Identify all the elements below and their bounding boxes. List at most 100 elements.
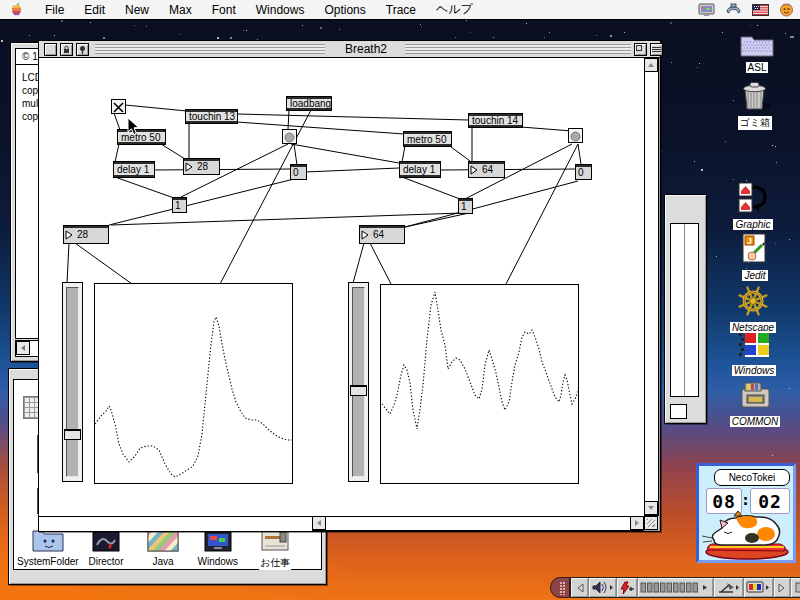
menu-trace[interactable]: Trace [376, 3, 426, 17]
number-box[interactable]: 28 [183, 158, 220, 175]
patch-cord[interactable] [402, 146, 405, 162]
horizontal-scrollbar[interactable] [312, 516, 644, 531]
star [733, 179, 734, 180]
patch-cord[interactable] [111, 213, 462, 225]
toggle-box[interactable] [111, 99, 126, 114]
menu-ヘルプ[interactable]: ヘルプ [426, 1, 483, 18]
scroll-right-arrow[interactable] [630, 516, 644, 530]
desktop-icon-Windows[interactable]: Windows [714, 330, 794, 378]
control-strip-right-arrow[interactable] [774, 578, 791, 597]
breath2-titlebar[interactable]: Breath2 [39, 41, 660, 58]
patch-cord[interactable] [237, 122, 404, 134]
scroll-left-arrow[interactable] [312, 516, 326, 530]
menu-bar: FileEditNewMaxFontWindowsOptionsTraceヘルプ [0, 0, 800, 20]
number-box[interactable]: 1 [458, 198, 473, 214]
control-strip-tab[interactable] [550, 577, 570, 598]
patcher-button[interactable] [76, 43, 89, 56]
menu-windows[interactable]: Windows [246, 3, 315, 17]
desktop-icon-Jedit[interactable]: JJedit [715, 233, 795, 283]
svg-text:J: J [747, 236, 752, 246]
number-box[interactable]: 64 [359, 225, 405, 244]
star [134, 25, 135, 26]
patch-cord[interactable] [125, 105, 187, 111]
control-strip-energy[interactable] [617, 578, 638, 597]
patch-cord[interactable] [578, 144, 581, 164]
object-box-loadbang[interactable]: loadbang [286, 96, 332, 111]
object-box-metro-50[interactable]: metro 50 [403, 131, 452, 147]
app-menu-icon[interactable] [779, 2, 794, 17]
number-box[interactable]: 0 [290, 164, 307, 180]
vertical-scrollbar[interactable] [644, 58, 659, 516]
control-strip-left-arrow[interactable] [571, 578, 589, 597]
star [54, 35, 55, 36]
object-box-metro-50[interactable]: metro 50 [117, 129, 166, 145]
patch-cord[interactable] [109, 179, 294, 225]
us-flag-menu-icon[interactable] [752, 4, 769, 16]
zoom-box[interactable] [634, 43, 647, 56]
desktop-icon-ゴミ箱[interactable]: ゴミ箱 [715, 78, 795, 130]
control-strip-level-bars[interactable] [638, 578, 714, 597]
control-strip-lamp[interactable] [714, 578, 744, 597]
background-window-right [664, 194, 707, 424]
menu-font[interactable]: Font [202, 3, 246, 17]
object-box-delay-1[interactable]: delay 1 [399, 161, 441, 178]
resize-box[interactable] [644, 516, 658, 530]
clock-colon: : [741, 491, 750, 509]
number-box[interactable]: 0 [575, 164, 592, 180]
phone-menu-icon[interactable] [725, 3, 742, 16]
patch-cord[interactable] [305, 168, 399, 172]
slider[interactable] [348, 282, 369, 482]
slider[interactable] [62, 282, 83, 482]
menu-options[interactable]: Options [314, 3, 375, 17]
star [29, 35, 30, 36]
patch-cord[interactable] [161, 144, 185, 159]
patch-cord[interactable] [506, 144, 578, 284]
menu-edit[interactable]: Edit [74, 3, 115, 17]
scroll-down-arrow[interactable] [644, 501, 658, 515]
bang-button[interactable] [568, 128, 583, 143]
waveform-curve [382, 292, 578, 429]
control-strip[interactable] [550, 577, 800, 598]
patch-cord[interactable] [75, 243, 132, 284]
control-strip-speaker[interactable] [589, 578, 617, 597]
control-strip-monitor-colors[interactable] [744, 578, 774, 597]
patch-cord[interactable] [294, 144, 297, 165]
desktop-icon-Graphic[interactable]: Graphic [713, 182, 793, 232]
star [320, 27, 322, 29]
patch-cord[interactable] [441, 169, 577, 170]
close-box[interactable] [44, 43, 57, 56]
bang-button[interactable] [282, 129, 297, 144]
patch-cord[interactable] [115, 144, 119, 162]
number-box[interactable]: 64 [468, 161, 505, 178]
patch-cord[interactable] [370, 243, 391, 284]
collapse-box[interactable] [650, 43, 663, 56]
menu-max[interactable]: Max [159, 3, 202, 17]
patch-cord[interactable] [67, 243, 69, 283]
number-box[interactable]: 28 [63, 225, 109, 244]
patch-cord[interactable] [114, 113, 120, 130]
desktop-icon-ASL[interactable]: ASL [717, 33, 797, 75]
menu-file[interactable]: File [35, 3, 74, 17]
patch-cord[interactable] [291, 144, 399, 163]
object-box-delay-1[interactable]: delay 1 [113, 161, 155, 178]
menu-new[interactable]: New [115, 3, 159, 17]
patch-cord[interactable] [521, 127, 572, 131]
scroll-up-arrow[interactable] [644, 58, 658, 72]
apple-menu-icon[interactable] [10, 2, 23, 17]
patch-cord[interactable] [238, 114, 468, 120]
desktop-icon-COMMON[interactable]: COMMON [715, 381, 795, 429]
patch-cord[interactable] [153, 169, 291, 170]
object-box-touchin-13[interactable]: touchin 13 [185, 109, 238, 124]
control-strip-end-box[interactable] [791, 578, 800, 597]
display-menu-icon[interactable] [698, 3, 715, 17]
lock-button[interactable] [60, 43, 73, 56]
patch-cord[interactable] [353, 243, 364, 283]
patch-cord[interactable] [220, 110, 311, 284]
object-box-touchin-14[interactable]: touchin 14 [468, 113, 523, 128]
bottom-blank-strip [39, 516, 312, 531]
necotokei-title[interactable]: NecoTokei [714, 469, 790, 486]
desktop-icon-Netscape[interactable]: Netscape [713, 285, 793, 335]
patch-cord[interactable] [115, 177, 174, 198]
patch-cord[interactable] [402, 177, 460, 199]
number-box[interactable]: 1 [172, 197, 187, 213]
